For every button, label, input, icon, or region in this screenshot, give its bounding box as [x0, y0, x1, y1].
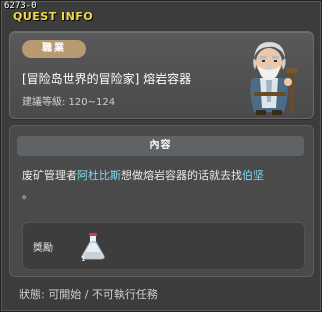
window-title: QUEST INFO: [13, 10, 94, 23]
npc-portrait-icon: [250, 42, 298, 115]
recommended-level: 建議等級: 120~124: [22, 97, 116, 108]
content-heading: 內容: [17, 136, 304, 156]
npc-name-link[interactable]: 阿杜比斯: [77, 169, 121, 182]
content-panel: 內容 废矿管理者阿杜比斯想做熔岩容器的话就去找伯坚。 獎勵 1: [9, 125, 314, 277]
quest-name: [冒险岛世界的冒险家] 熔岩容器: [22, 72, 192, 86]
job-badge: 職業: [22, 40, 86, 58]
description-text-1: 废矿管理者: [22, 169, 77, 182]
quest-description: 废矿管理者阿杜比斯想做熔岩容器的话就去找伯坚。: [22, 166, 302, 204]
quest-header-panel: 職業 [冒险岛世界的冒险家] 熔岩容器 建議等級: 120~124: [9, 31, 314, 119]
quest-status: 狀態: 可開始 / 不可執行任務: [19, 288, 158, 301]
description-text-3: 。: [22, 188, 33, 201]
reward-box: 獎勵 1: [22, 222, 305, 270]
flask-icon[interactable]: 1: [77, 230, 109, 262]
svg-text:1: 1: [81, 255, 85, 262]
description-text-2: 想做熔岩容器的话就去找: [121, 169, 242, 182]
target-npc-link[interactable]: 伯坚: [242, 169, 264, 182]
quest-info-window: 6273-0 QUEST INFO 職業 [冒险岛世界的冒险家] 熔岩容器 建議…: [0, 0, 322, 312]
reward-label: 獎勵: [33, 243, 53, 254]
